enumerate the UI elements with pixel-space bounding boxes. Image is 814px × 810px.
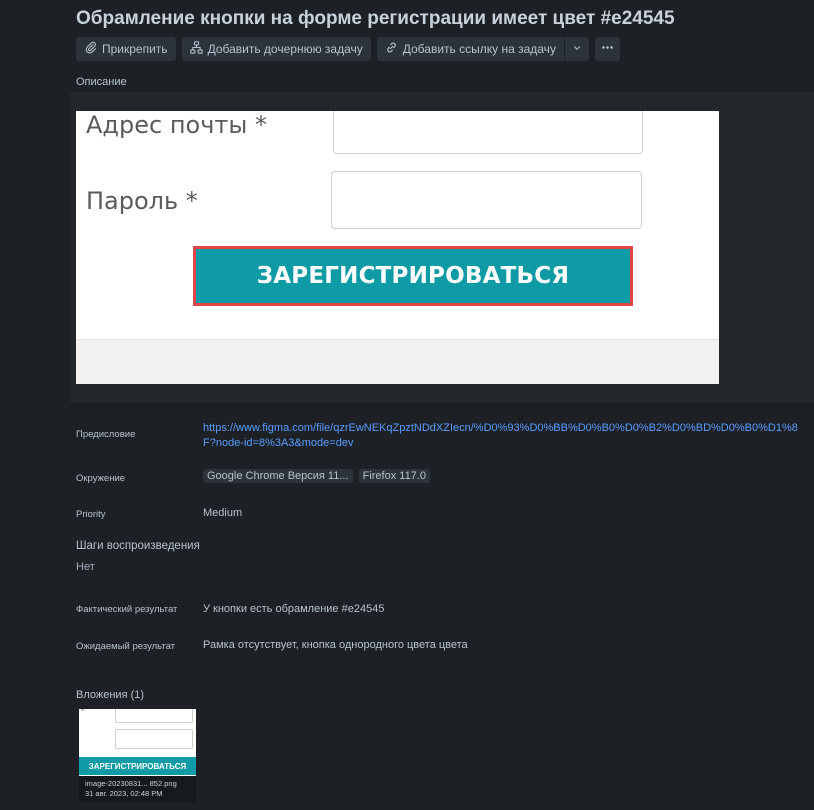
expected-result-label: Ожидаемый результат xyxy=(76,641,176,652)
add-link-label: Добавить ссылку на задачу xyxy=(402,42,556,56)
add-child-task-button[interactable]: Добавить дочернюю задачу xyxy=(181,37,371,61)
more-actions-button[interactable] xyxy=(594,37,620,61)
priority-label: Priority xyxy=(76,509,106,520)
hierarchy-icon xyxy=(189,41,203,57)
attachment-thumb-field xyxy=(115,709,193,723)
attachment-thumb-field xyxy=(115,729,193,749)
actual-result-label: Фактический результат xyxy=(76,604,178,615)
add-link-split-button: Добавить ссылку на задачу xyxy=(376,37,589,61)
form-footer-strip xyxy=(76,339,719,384)
add-link-dropdown-button[interactable] xyxy=(564,37,589,61)
chevron-down-icon xyxy=(572,42,582,56)
attachment-name: image-20230831... 852.png xyxy=(85,779,177,788)
email-field xyxy=(333,111,643,154)
link-icon xyxy=(385,41,398,57)
preface-link[interactable]: https://www.figma.com/file/qzrEwNEKqZpzt… xyxy=(203,421,803,451)
description-screenshot[interactable]: Адрес почты * Пароль * ЗАРЕГИСТРИРОВАТЬС… xyxy=(76,111,719,384)
paperclip-icon xyxy=(84,41,97,57)
attachment-meta: image-20230831... 852.png 31 авг. 2023, … xyxy=(79,776,196,802)
email-label: Адрес почты * xyxy=(86,111,267,139)
actual-result-value[interactable]: У кнопки есть обрамление #e24545 xyxy=(203,603,384,615)
description-label: Описание xyxy=(76,76,127,88)
password-field xyxy=(331,171,642,229)
priority-value[interactable]: Medium xyxy=(203,507,242,519)
issue-toolbar: Прикрепить Добавить дочернюю задачу Доба… xyxy=(76,37,620,61)
issue-title[interactable]: Обрамление кнопки на форме регистрации и… xyxy=(76,8,806,30)
password-label: Пароль * xyxy=(86,187,198,215)
more-icon xyxy=(601,41,614,57)
environment-label: Окружение xyxy=(76,473,126,484)
environment-tags: Google Chrome Версия 11... Firefox 117.0 xyxy=(203,469,433,483)
attachment-card[interactable]: * ЗАРЕГИСТРИРОВАТЬСЯ image-20230831... 8… xyxy=(79,709,196,802)
register-button: ЗАРЕГИСТРИРОВАТЬСЯ xyxy=(196,249,630,303)
add-child-task-label: Добавить дочернюю задачу xyxy=(207,42,363,56)
expected-result-value[interactable]: Рамка отсутствует, кнопка однородного цв… xyxy=(203,639,468,651)
environment-tag[interactable]: Firefox 117.0 xyxy=(358,469,430,483)
attachment-thumb-star: * xyxy=(81,709,85,716)
attach-button-label: Прикрепить xyxy=(102,42,168,56)
environment-tag[interactable]: Google Chrome Версия 11... xyxy=(203,469,353,483)
steps-value[interactable]: Нет xyxy=(76,561,95,573)
attachments-heading: Вложения (1) xyxy=(76,689,145,701)
attachment-date: 31 авг. 2023, 02:48 PM xyxy=(85,789,163,798)
add-link-button[interactable]: Добавить ссылку на задачу xyxy=(376,37,564,61)
attach-button[interactable]: Прикрепить xyxy=(76,37,176,61)
preface-label: Предисловие xyxy=(76,429,136,440)
steps-heading: Шаги воспроизведения xyxy=(76,540,200,552)
attachment-thumb-button: ЗАРЕГИСТРИРОВАТЬСЯ xyxy=(79,757,196,775)
